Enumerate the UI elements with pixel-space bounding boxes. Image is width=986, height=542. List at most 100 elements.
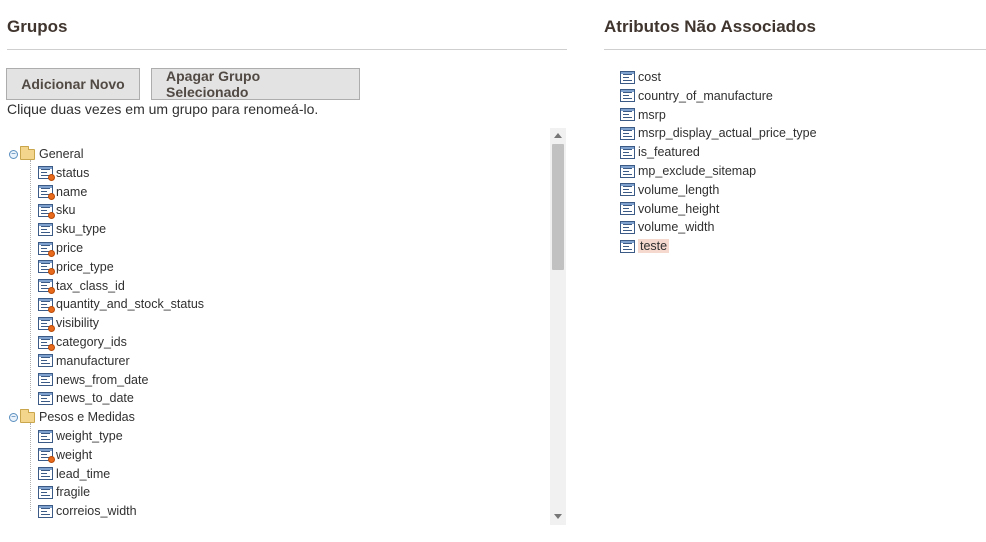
tree-attribute-label: fragile	[56, 485, 91, 500]
tree-group[interactable]: − Pesos e Medidas	[9, 408, 135, 426]
system-badge-icon	[48, 343, 55, 351]
attribute-icon	[620, 220, 635, 234]
scroll-up-icon[interactable]	[554, 133, 562, 138]
tree-attribute[interactable]: price_type	[38, 258, 114, 276]
unassigned-attribute-label: msrp_display_actual_price_type	[638, 126, 817, 141]
tree-attribute[interactable]: quantity_and_stock_status	[38, 295, 204, 313]
tree-attribute-label: news_from_date	[56, 372, 149, 387]
unassigned-attribute-label: volume_height	[638, 201, 720, 216]
unassigned-title: Atributos Não Associados	[604, 17, 816, 36]
tree-attribute[interactable]: name	[38, 183, 87, 201]
collapse-toggle-icon[interactable]: −	[9, 149, 18, 159]
folder-icon	[20, 145, 35, 160]
tree-attribute[interactable]: status	[38, 164, 89, 182]
tree-attribute-label: news_to_date	[56, 391, 134, 406]
system-attribute-icon	[38, 203, 55, 219]
tree-attribute[interactable]: news_from_date	[38, 371, 148, 389]
system-attribute-icon	[38, 166, 55, 182]
attribute-icon	[38, 467, 53, 481]
attribute-icon	[620, 164, 635, 178]
system-attribute-icon	[38, 279, 55, 295]
unassigned-attribute-label: mp_exclude_sitemap	[638, 164, 757, 178]
tree-attribute[interactable]: manufacturer	[38, 352, 130, 370]
collapse-toggle-icon[interactable]: −	[9, 412, 18, 422]
system-badge-icon	[48, 287, 55, 295]
tree-attribute[interactable]: weight	[38, 446, 92, 464]
system-attribute-icon	[38, 316, 55, 332]
tree-attribute[interactable]: sku_type	[38, 220, 106, 238]
tree-attribute[interactable]: lead_time	[38, 465, 110, 483]
attribute-icon	[620, 202, 635, 216]
tree-attribute-label: visibility	[56, 316, 100, 331]
system-badge-icon	[48, 305, 55, 313]
system-badge-icon	[48, 211, 55, 219]
tree-attribute-label: name	[56, 184, 88, 199]
unassigned-attribute-label: is_featured	[638, 145, 700, 160]
system-badge-icon	[48, 193, 55, 201]
attribute-icon	[620, 183, 635, 197]
system-attribute-icon	[38, 448, 55, 464]
unassigned-attribute-label: teste	[638, 239, 670, 254]
tree-connector	[30, 423, 31, 512]
tree-attribute-label: status	[56, 165, 90, 180]
tree-group[interactable]: − General	[9, 145, 83, 163]
folder-icon	[20, 408, 35, 423]
system-attribute-icon	[38, 335, 55, 351]
system-badge-icon	[48, 174, 55, 182]
unassigned-attribute[interactable]: country_of_manufacture	[620, 87, 773, 105]
attribute-icon	[620, 89, 635, 103]
scroll-thumb[interactable]	[552, 144, 564, 270]
tree-attribute-label: correios_width	[56, 504, 137, 519]
tree-attribute-label: price_type	[56, 259, 114, 274]
tree-attribute[interactable]: visibility	[38, 314, 99, 332]
system-badge-icon	[48, 268, 55, 276]
tree-attribute[interactable]: price	[38, 239, 83, 257]
rename-hint: Clique duas vezes em um grupo para renom…	[7, 101, 319, 117]
unassigned-attribute[interactable]: msrp_display_actual_price_type	[620, 124, 817, 142]
attribute-icon	[38, 222, 53, 236]
unassigned-divider	[604, 49, 986, 50]
system-badge-icon	[48, 249, 55, 257]
unassigned-attribute[interactable]: volume_width	[620, 218, 714, 236]
unassigned-attribute[interactable]: cost	[620, 68, 661, 86]
system-attribute-icon	[38, 260, 55, 276]
add-new-group-button[interactable]: Adicionar Novo	[6, 68, 140, 100]
tree-group-label: Pesos e Medidas	[39, 410, 135, 425]
system-attribute-icon	[38, 241, 55, 257]
groups-divider	[7, 49, 567, 50]
unassigned-attribute[interactable]: mp_exclude_sitemap	[620, 162, 756, 180]
unassigned-attribute-label: msrp	[638, 107, 666, 122]
unassigned-attribute[interactable]: volume_height	[620, 200, 719, 218]
attribute-icon	[620, 145, 635, 159]
tree-attribute[interactable]: category_ids	[38, 333, 127, 351]
tree-attribute[interactable]: sku	[38, 201, 75, 219]
tree-attribute-label: weight	[56, 447, 93, 462]
tree-scrollbar[interactable]	[550, 128, 566, 525]
attribute-icon	[38, 354, 53, 368]
unassigned-attribute[interactable]: volume_length	[620, 181, 719, 199]
tree-attribute-label: sku_type	[56, 222, 107, 237]
scroll-down-icon[interactable]	[554, 514, 562, 519]
delete-selected-group-button[interactable]: Apagar Grupo Selecionado	[151, 68, 360, 100]
tree-attribute[interactable]: tax_class_id	[38, 277, 125, 295]
tree-attribute-label: weight_type	[56, 429, 123, 443]
unassigned-attribute-label: cost	[638, 70, 661, 84]
attribute-icon	[38, 391, 53, 405]
tree-attribute[interactable]: fragile	[38, 483, 90, 501]
attribute-icon	[620, 108, 635, 122]
tree-attribute-label: tax_class_id	[56, 278, 125, 293]
tree-attribute-label: manufacturer	[56, 353, 130, 368]
attribute-icon	[620, 239, 635, 253]
unassigned-attribute-label: volume_length	[638, 182, 720, 197]
tree-attribute[interactable]: news_to_date	[38, 389, 134, 407]
tree-attribute[interactable]: correios_width	[38, 502, 137, 520]
tree-group-label: General	[39, 147, 84, 161]
tree-connector	[30, 160, 31, 399]
tree-attribute[interactable]: weight_type	[38, 427, 123, 445]
unassigned-attribute[interactable]: is_featured	[620, 143, 700, 161]
tree-attribute-label: category_ids	[56, 335, 127, 349]
unassigned-attribute[interactable]: msrp	[620, 106, 666, 124]
unassigned-attribute[interactable]: teste	[620, 237, 670, 255]
unassigned-attribute-label: country_of_manufacture	[638, 88, 773, 103]
groups-tree[interactable]: − General status name sku sku_typeprice price_…	[0, 128, 566, 525]
